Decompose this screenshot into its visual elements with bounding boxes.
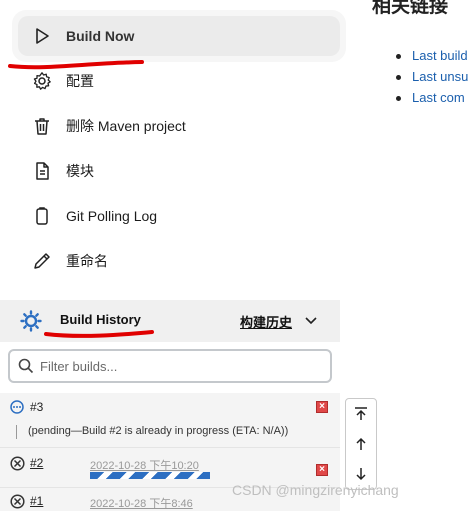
arrow-down-icon (356, 468, 366, 481)
aborted-icon (10, 456, 25, 471)
task-git-polling-log[interactable]: Git Polling Log (18, 196, 340, 236)
cancel-build-icon[interactable]: × (316, 464, 328, 476)
build-progress-bar (90, 472, 210, 479)
task-label: 配置 (66, 73, 94, 89)
link-last-unsuccessful[interactable]: Last unsu (396, 67, 468, 88)
search-icon (18, 358, 34, 374)
related-links-title: 相关链接 (372, 0, 449, 17)
annotation-underline-build-now (8, 60, 144, 70)
task-rename[interactable]: 重命名 (18, 241, 340, 281)
trash-icon (18, 116, 66, 136)
gear-icon (18, 71, 66, 91)
task-delete-project[interactable]: 删除 Maven project (18, 106, 340, 146)
build-date[interactable]: 2022-10-28 下午8:46 (90, 495, 193, 511)
page-up-button[interactable] (346, 429, 376, 459)
annotation-underline-build-history (44, 330, 154, 338)
build-trend-link[interactable]: 构建历史 (240, 312, 292, 331)
build-link[interactable]: #2 (30, 456, 43, 470)
arrow-up-icon (356, 437, 366, 450)
play-icon (18, 26, 66, 46)
pencil-icon (18, 251, 66, 271)
document-icon (18, 161, 66, 181)
history-navigation (345, 398, 377, 490)
task-label: 删除 Maven project (66, 118, 186, 134)
pending-message: (pending—Build #2 is already in progress… (28, 425, 289, 437)
build-link[interactable]: #1 (30, 494, 43, 508)
task-build-now[interactable]: Build Now (18, 16, 340, 56)
filter-builds-input[interactable] (40, 358, 300, 374)
aborted-icon (10, 494, 25, 509)
watermark: CSDN @mingzirenyichang (232, 482, 399, 498)
page-first-button[interactable] (346, 399, 376, 429)
filter-builds-field[interactable] (8, 349, 332, 383)
link-last-completed[interactable]: Last com (396, 88, 468, 109)
task-label: Git Polling Log (66, 208, 158, 224)
arrow-to-top-icon (355, 407, 367, 420)
task-label: 重命名 (66, 253, 108, 269)
clipboard-icon (18, 206, 66, 226)
build-row: #3 (pending—Build #2 is already in progr… (0, 393, 340, 447)
cancel-build-icon[interactable]: × (316, 401, 328, 413)
link-last-build[interactable]: Last build (396, 46, 468, 67)
task-label: Build Now (66, 28, 135, 44)
build-history-weather-icon (20, 310, 42, 332)
task-label: 模块 (66, 163, 94, 179)
build-row: #2 2022-10-28 下午10:20 × (0, 447, 340, 487)
chevron-down-icon[interactable] (304, 314, 318, 328)
related-links-list: Last build Last unsu Last com (396, 46, 468, 109)
divider (16, 425, 17, 439)
build-date[interactable]: 2022-10-28 下午10:20 (90, 457, 199, 473)
build-number: #3 (30, 400, 44, 414)
task-modules[interactable]: 模块 (18, 151, 340, 191)
pending-icon (10, 400, 24, 414)
